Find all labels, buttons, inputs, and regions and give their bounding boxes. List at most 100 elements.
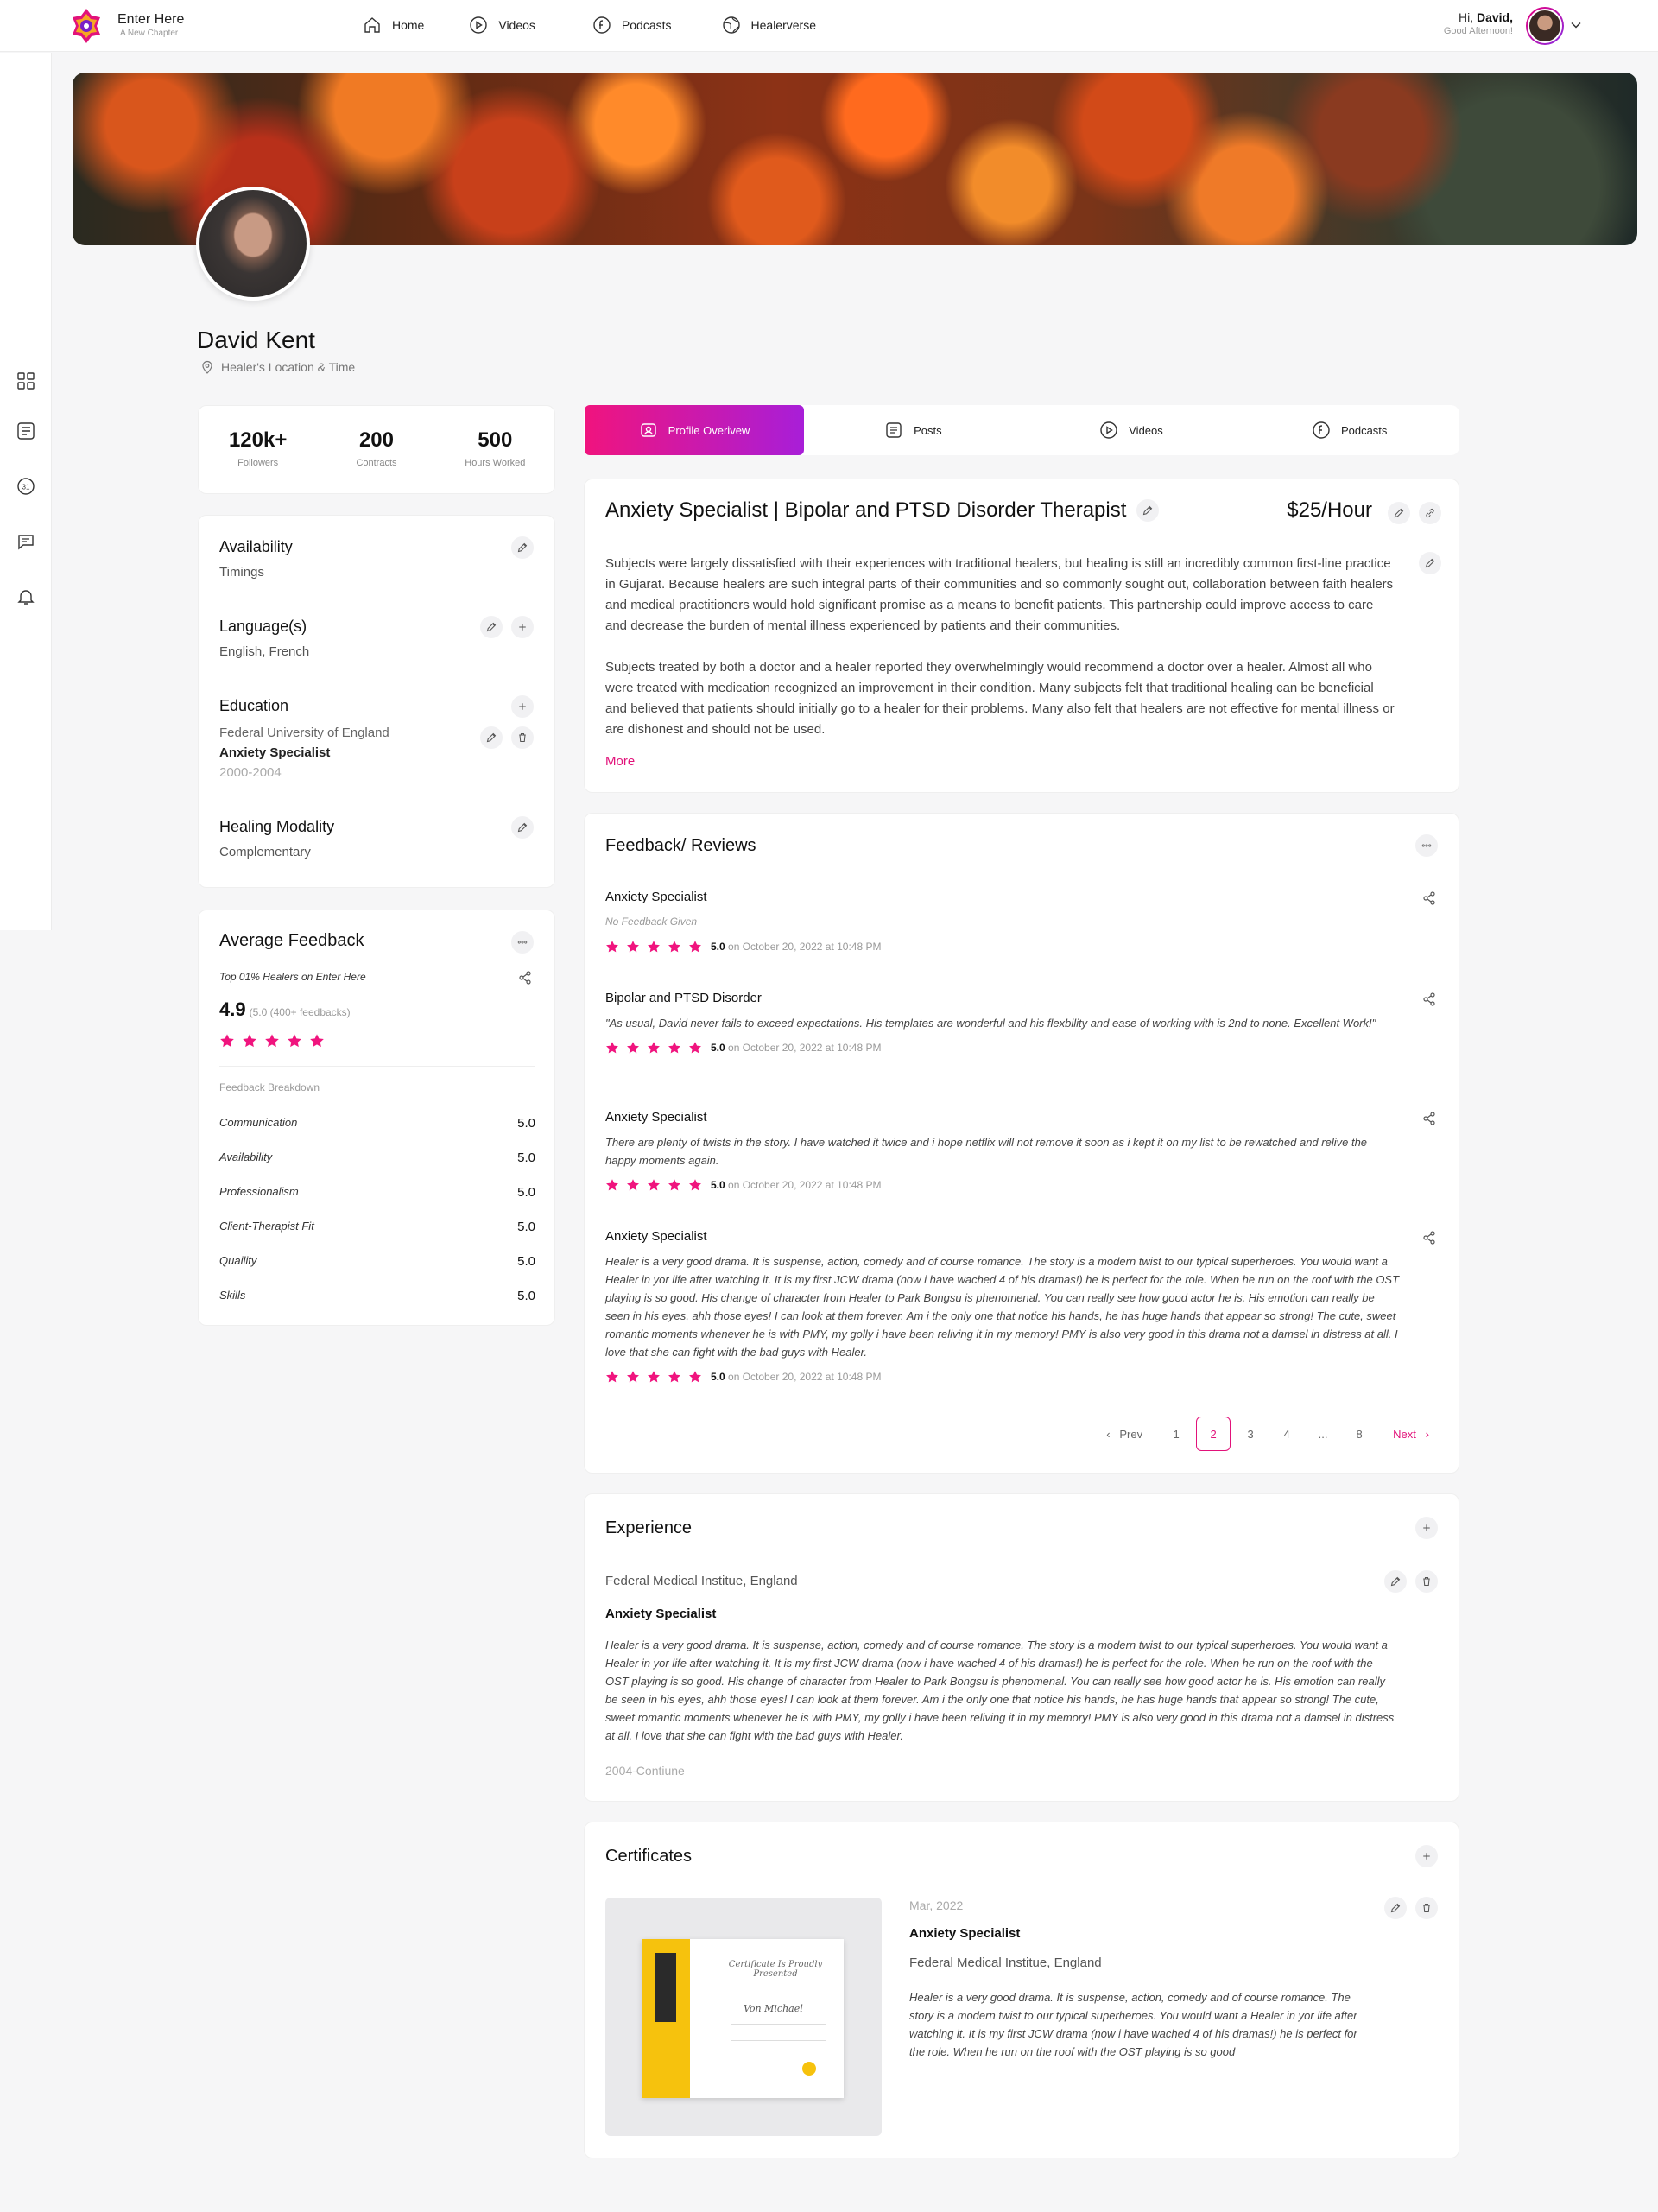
edit-rate-button[interactable] xyxy=(1388,502,1410,524)
user-greeting: Hi, David, Good Afternoon! xyxy=(1444,10,1513,36)
stat-label: Hours Worked xyxy=(465,458,526,468)
share-icon[interactable] xyxy=(1422,1231,1436,1245)
tab-label: Podcasts xyxy=(1340,423,1388,437)
next-page-button[interactable]: Next › xyxy=(1393,1428,1429,1441)
experience-description: Healer is a very good drama. It is suspe… xyxy=(605,1638,1395,1742)
pencil-icon xyxy=(1390,1903,1401,1913)
nav-videos[interactable]: Videos xyxy=(469,16,535,35)
greeting-subtitle: Good Afternoon! xyxy=(1443,26,1513,36)
delete-experience-button[interactable] xyxy=(1415,1570,1438,1593)
about-card: Anxiety Specialist | Bipolar and PTSD Di… xyxy=(584,479,1459,793)
share-icon[interactable] xyxy=(1422,992,1436,1006)
edit-headline-button[interactable] xyxy=(1136,499,1160,522)
nav-podcasts[interactable]: Podcasts xyxy=(592,16,672,35)
play-icon xyxy=(1099,421,1118,440)
nav-healerverse-label: Healerverse xyxy=(750,18,816,32)
review-date: 5.0 on October 20, 2022 at 10:48 PM xyxy=(711,941,881,953)
edit-about-button[interactable] xyxy=(1419,552,1441,574)
breakdown-name: Communication xyxy=(219,1116,298,1129)
feedback-more-button[interactable] xyxy=(511,931,534,954)
star-icon xyxy=(668,940,681,954)
edit-modality-button[interactable] xyxy=(511,816,534,839)
pencil-icon xyxy=(1425,558,1435,568)
breakdown-name: Availability xyxy=(219,1150,273,1163)
star-icon xyxy=(668,1370,681,1384)
profile-icon xyxy=(640,423,656,437)
review-date: 5.0 on October 20, 2022 at 10:48 PM xyxy=(711,1179,881,1191)
share-icon[interactable] xyxy=(1422,891,1436,905)
profile-tabs: Profile Overivew Posts Videos Podcasts xyxy=(584,405,1459,455)
posts-icon xyxy=(886,422,902,438)
chevron-down-icon[interactable] xyxy=(1570,19,1582,31)
next-label: Next xyxy=(1393,1427,1416,1441)
delete-certificate-button[interactable] xyxy=(1415,1897,1438,1919)
calendar-icon[interactable]: 31 xyxy=(16,476,36,497)
page-button-current[interactable]: 2 xyxy=(1196,1417,1231,1451)
grid-icon[interactable] xyxy=(16,371,36,391)
page-ellipsis: ... xyxy=(1318,1427,1328,1441)
more-link[interactable]: More xyxy=(605,754,635,769)
more-dots-icon xyxy=(1421,840,1432,851)
review-meta: 5.0 on October 20, 2022 at 10:48 PM xyxy=(605,940,1400,954)
certificate-image[interactable]: Certificate Is Proudly Presented Von Mic… xyxy=(605,1898,882,2136)
add-education-button[interactable] xyxy=(511,695,534,718)
review-stars xyxy=(605,1178,702,1192)
share-icon[interactable] xyxy=(1422,1112,1436,1125)
trash-icon xyxy=(1421,1576,1432,1587)
edit-availability-button[interactable] xyxy=(511,536,534,559)
breakdown-row: Client-Therapist Fit 5.0 xyxy=(219,1220,535,1234)
education-title: Education xyxy=(219,697,289,714)
star-icon xyxy=(647,940,661,954)
star-icon xyxy=(626,1041,640,1055)
brand-logo[interactable] xyxy=(67,7,105,45)
list-icon[interactable] xyxy=(16,421,36,441)
education-degree: Anxiety Specialist xyxy=(219,745,331,760)
breakdown-name: Professionalism xyxy=(219,1185,299,1198)
edit-education-button[interactable] xyxy=(480,726,503,749)
page-button[interactable]: 3 xyxy=(1232,1428,1269,1441)
tab-podcasts[interactable]: Podcasts xyxy=(1240,406,1459,454)
edit-certificate-button[interactable] xyxy=(1384,1897,1407,1919)
more-dots-icon xyxy=(517,937,528,948)
stat-hours: 500 Hours Worked xyxy=(443,428,547,493)
add-language-button[interactable] xyxy=(511,616,534,638)
tab-posts[interactable]: Posts xyxy=(804,406,1022,454)
delete-education-button[interactable] xyxy=(511,726,534,749)
edit-languages-button[interactable] xyxy=(480,616,503,638)
modality-title: Healing Modality xyxy=(219,818,335,835)
page-button[interactable]: 8 xyxy=(1341,1428,1377,1441)
link-button[interactable] xyxy=(1419,502,1441,524)
add-experience-button[interactable] xyxy=(1415,1517,1438,1539)
review-item: Anxiety Specialist No Feedback Given 5.0… xyxy=(605,890,1400,954)
bell-icon[interactable] xyxy=(16,586,36,607)
availability-title: Availability xyxy=(219,538,293,555)
add-certificate-button[interactable] xyxy=(1415,1845,1438,1867)
user-avatar[interactable] xyxy=(1526,7,1564,45)
about-paragraph-1: Subjects were largely dissatisfied with … xyxy=(605,556,1394,633)
chat-icon[interactable] xyxy=(16,531,36,552)
review-date-text: on October 20, 2022 at 10:48 PM xyxy=(728,1371,882,1383)
share-icon[interactable] xyxy=(518,971,532,985)
star-icon xyxy=(287,1033,302,1049)
prev-page-button[interactable]: ‹ Prev xyxy=(1106,1428,1142,1441)
page-button[interactable]: 1 xyxy=(1158,1428,1194,1441)
review-date: 5.0 on October 20, 2022 at 10:48 PM xyxy=(711,1042,881,1054)
review-item: Anxiety Specialist Healer is a very good… xyxy=(605,1229,1400,1384)
pencil-icon xyxy=(1390,1576,1401,1587)
tab-profile-overview[interactable]: Profile Overivew xyxy=(585,405,804,455)
average-feedback-title: Average Feedback xyxy=(219,931,364,950)
pagination: ‹ Prev 1 2 3 4 ... 8 Next › xyxy=(1106,1417,1429,1451)
experience-dates: 2004-Contiune xyxy=(605,1764,685,1778)
languages-value: English, French xyxy=(219,644,310,659)
nav-healerverse[interactable]: Healerverse xyxy=(722,16,816,35)
breakdown-row: Communication 5.0 xyxy=(219,1116,535,1131)
tab-label: Posts xyxy=(914,423,942,437)
brand-tagline: A New Chapter xyxy=(120,29,179,38)
breakdown-row: Quaility 5.0 xyxy=(219,1254,535,1269)
page-button[interactable]: 4 xyxy=(1269,1428,1305,1441)
nav-home[interactable]: Home xyxy=(363,16,424,35)
reviews-more-button[interactable] xyxy=(1415,834,1438,857)
edit-experience-button[interactable] xyxy=(1384,1570,1407,1593)
breakdown-value: 5.0 xyxy=(517,1220,535,1234)
tab-videos[interactable]: Videos xyxy=(1022,406,1241,454)
